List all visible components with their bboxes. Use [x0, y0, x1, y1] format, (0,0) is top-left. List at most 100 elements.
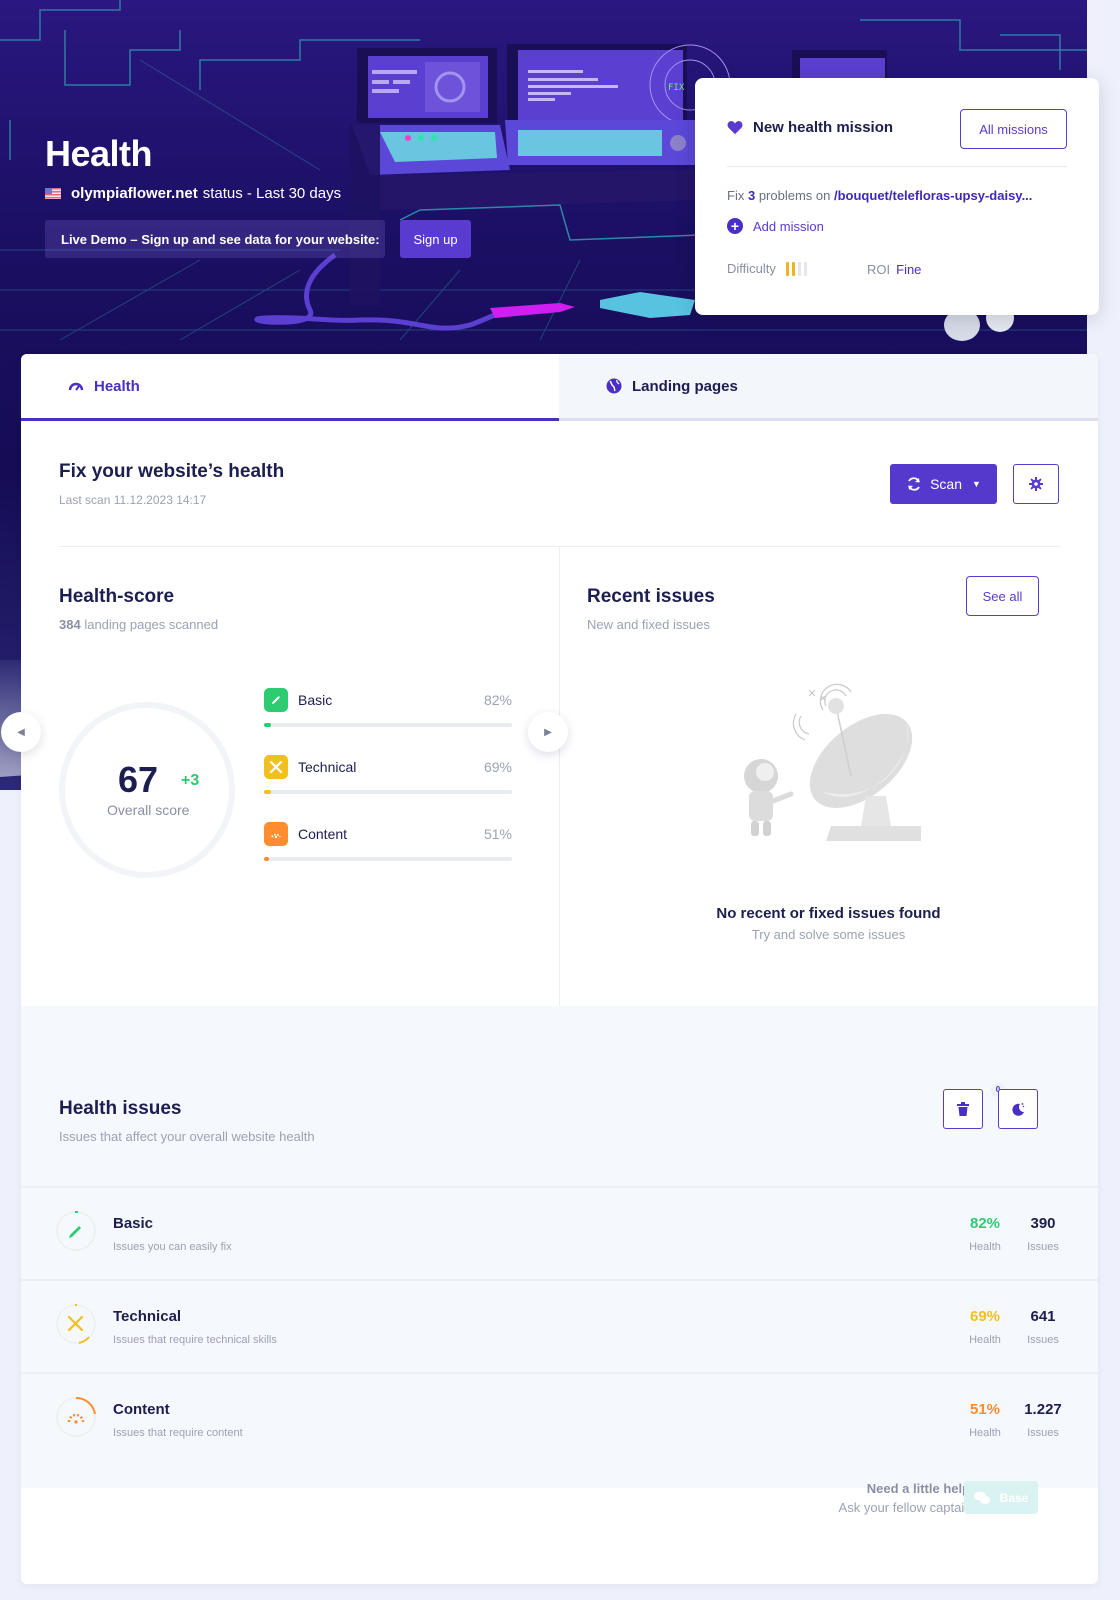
category-name: Technical	[298, 759, 357, 775]
chevron-down-icon: ▼	[972, 479, 981, 489]
chevron-left-icon: ◀	[17, 726, 25, 738]
health-score-title: Health-score	[59, 586, 175, 607]
carousel-prev-button[interactable]: ◀	[1, 712, 41, 752]
main-card: Health Landing pages Fix your website’s …	[21, 354, 1098, 1584]
mission-problem-count: 3	[747, 188, 756, 203]
help-subtitle: Ask your fellow captains	[838, 1500, 978, 1515]
category-progress	[264, 723, 512, 727]
chat-bubbles-icon	[973, 1491, 990, 1505]
issues-count: 1.227	[1024, 1401, 1062, 1418]
mission-difficulty: Difficulty	[727, 261, 810, 276]
issues-label: Issues	[1027, 1241, 1059, 1253]
issue-category-name: Basic	[113, 1215, 154, 1232]
tab-health[interactable]: Health	[21, 354, 559, 421]
issue-category-desc: Issues that require content	[113, 1427, 243, 1439]
issue-row-content[interactable]: Content Issues that require content 51% …	[21, 1372, 1098, 1465]
heart-icon	[727, 121, 743, 135]
empty-state-title: No recent or fixed issues found	[716, 905, 941, 922]
carousel-next-button[interactable]: ▶	[528, 712, 568, 752]
mission-roi: ROI Fine	[867, 262, 921, 277]
globe-icon	[606, 378, 622, 394]
issue-category-name: Content	[113, 1401, 170, 1418]
refresh-icon	[906, 476, 922, 492]
progress-fill	[264, 857, 269, 861]
site-status: olympiaflower.net status - Last 30 days	[45, 185, 341, 202]
pencil-icon	[264, 688, 288, 712]
scan-label: Scan	[930, 476, 962, 492]
category-progress	[264, 857, 512, 861]
difficulty-bar	[797, 261, 801, 276]
chevron-right-icon: ▶	[544, 726, 552, 738]
section-title: Fix your website’s health	[59, 461, 285, 482]
moon-icon	[1012, 1103, 1025, 1116]
mission-fix-prefix: Fix	[727, 188, 745, 203]
issues-label: Issues	[1027, 1427, 1059, 1439]
tab-landing-pages-label: Landing pages	[632, 377, 738, 395]
last-scan-timestamp: Last scan 11.12.2023 14:17	[59, 493, 207, 507]
empty-state-subtitle: Try and solve some issues	[751, 927, 906, 942]
pencil-icon	[69, 1226, 81, 1238]
issues-label: Issues	[1027, 1334, 1059, 1346]
health-issues-title: Health issues	[59, 1098, 182, 1119]
status-period: status - Last 30 days	[202, 185, 342, 202]
progress-ring	[56, 1211, 96, 1251]
issue-row-basic[interactable]: Basic Issues you can easily fix 82% Heal…	[21, 1186, 1098, 1279]
settings-button[interactable]	[1013, 464, 1059, 504]
difficulty-bar	[785, 261, 789, 276]
page-title: Health	[45, 133, 153, 174]
category-percent: 51%	[483, 826, 512, 842]
base-button[interactable]: Base	[964, 1481, 1038, 1514]
trash-icon	[957, 1102, 969, 1116]
issues-count: 390	[1030, 1215, 1056, 1232]
roi-value: Fine	[896, 262, 922, 277]
roi-label: ROI	[867, 262, 891, 277]
issue-category-name: Technical	[113, 1308, 182, 1325]
mission-fix-middle: problems on	[758, 188, 831, 203]
signup-button[interactable]: Sign up	[400, 220, 471, 258]
plus-circle-icon: +	[727, 218, 743, 234]
issues-count: 641	[1030, 1308, 1056, 1325]
mission-header: New health mission	[727, 119, 893, 136]
mission-card: New health mission All missions Fix 3 pr…	[695, 78, 1099, 315]
speedometer-icon	[67, 1413, 85, 1424]
category-progress	[264, 790, 512, 794]
snooze-button[interactable]	[998, 1089, 1038, 1129]
progress-fill	[264, 723, 272, 727]
health-value: 51%	[969, 1401, 1001, 1418]
gear-icon	[1029, 477, 1043, 491]
mission-page-link[interactable]: /bouquet/telefloras-upsy-daisy...	[834, 188, 1032, 203]
health-value: 69%	[969, 1308, 1001, 1325]
scan-button[interactable]: Scan ▼	[890, 464, 997, 504]
add-mission-button[interactable]: + Add mission	[727, 218, 824, 234]
progress-ring	[56, 1304, 96, 1344]
health-issues-subtitle: Issues that affect your overall website …	[59, 1129, 315, 1144]
issue-row-technical[interactable]: Technical Issues that require technical …	[21, 1279, 1098, 1372]
add-mission-label: Add mission	[753, 218, 824, 234]
tab-health-label: Health	[94, 377, 140, 395]
recent-issues-subtitle: New and fixed issues	[587, 617, 710, 632]
wrench-screwdriver-icon	[264, 755, 288, 779]
overall-score-label: Overall score	[107, 802, 190, 818]
all-missions-button[interactable]: All missions	[960, 109, 1067, 149]
trash-button[interactable]	[943, 1089, 983, 1129]
progress-ring	[56, 1396, 96, 1437]
score-delta: +3	[181, 772, 200, 789]
site-domain: olympiaflower.net	[71, 185, 198, 202]
recent-issues-title: Recent issues	[587, 586, 715, 607]
pages-count: 384	[59, 617, 81, 632]
health-issues-section: Health issues Issues that affect your ov…	[21, 1006, 1098, 1488]
issue-category-desc: Issues you can easily fix	[113, 1241, 232, 1253]
live-demo-notice: Live Demo – Sign up and see data for you…	[45, 220, 385, 258]
category-percent: 69%	[483, 759, 512, 775]
difficulty-label: Difficulty	[727, 261, 776, 276]
pages-suffix: landing pages scanned	[84, 617, 219, 632]
mission-title: New health mission	[753, 119, 894, 136]
pages-scanned: 384 landing pages scanned	[59, 617, 218, 632]
gauge-icon	[68, 380, 84, 392]
health-label: Health	[969, 1241, 1001, 1253]
svg-text:FIX: FIX	[668, 83, 685, 93]
overall-score: 67	[118, 759, 159, 800]
see-all-button[interactable]: See all	[966, 576, 1039, 616]
tab-landing-pages[interactable]: Landing pages	[559, 354, 1098, 421]
category-name: Basic	[298, 692, 333, 708]
